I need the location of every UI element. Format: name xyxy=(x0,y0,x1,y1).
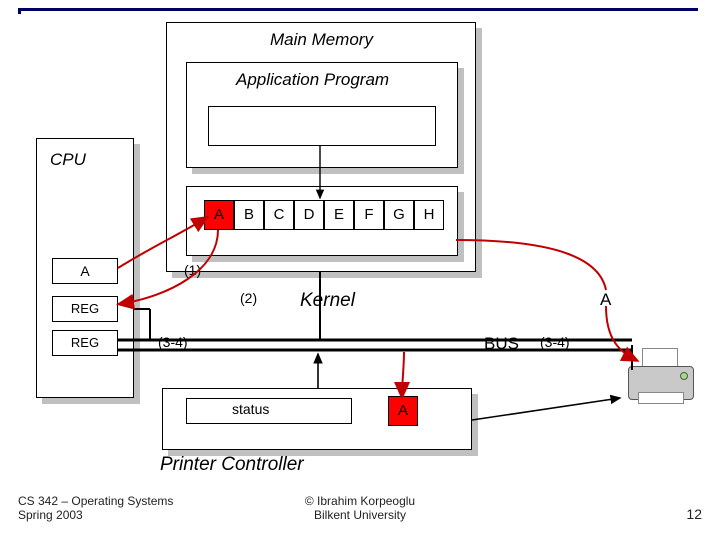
bus-label: BUS xyxy=(484,334,519,354)
footer-copyright: © Ibrahim Korpeoglu xyxy=(305,494,415,508)
step-1: (1) xyxy=(184,262,201,278)
cell-b: B xyxy=(234,200,264,230)
slide-frame xyxy=(18,8,698,14)
kernel-title: Kernel xyxy=(300,290,355,312)
step-2: (2) xyxy=(240,290,257,306)
cpu-reg1: REG xyxy=(52,296,118,322)
status-label: status xyxy=(232,401,269,417)
footer-center: © Ibrahim Korpeoglu Bilkent University xyxy=(0,494,720,522)
cpu-reg2: REG xyxy=(52,330,118,356)
step-34-left: (3-4) xyxy=(158,334,188,350)
cpu-reg-a: A xyxy=(52,258,118,284)
app-inner-box xyxy=(208,106,436,146)
cell-d: D xyxy=(294,200,324,230)
cell-c: C xyxy=(264,200,294,230)
footer-page: 12 xyxy=(686,506,702,522)
footer-university: Bilkent University xyxy=(314,508,406,522)
cell-f: F xyxy=(354,200,384,230)
cpu-title: CPU xyxy=(50,150,86,170)
controller-title: Printer Controller xyxy=(160,454,304,476)
cell-g: G xyxy=(384,200,414,230)
cell-e: E xyxy=(324,200,354,230)
main-memory-title: Main Memory xyxy=(270,30,373,50)
right-a-label: A xyxy=(600,290,611,310)
cell-h: H xyxy=(414,200,444,230)
step-34-right: (3-4) xyxy=(540,334,570,350)
cell-a: A xyxy=(204,200,234,230)
printer-icon xyxy=(622,348,700,408)
status-cell-a: A xyxy=(388,396,418,426)
app-title: Application Program xyxy=(236,70,389,90)
